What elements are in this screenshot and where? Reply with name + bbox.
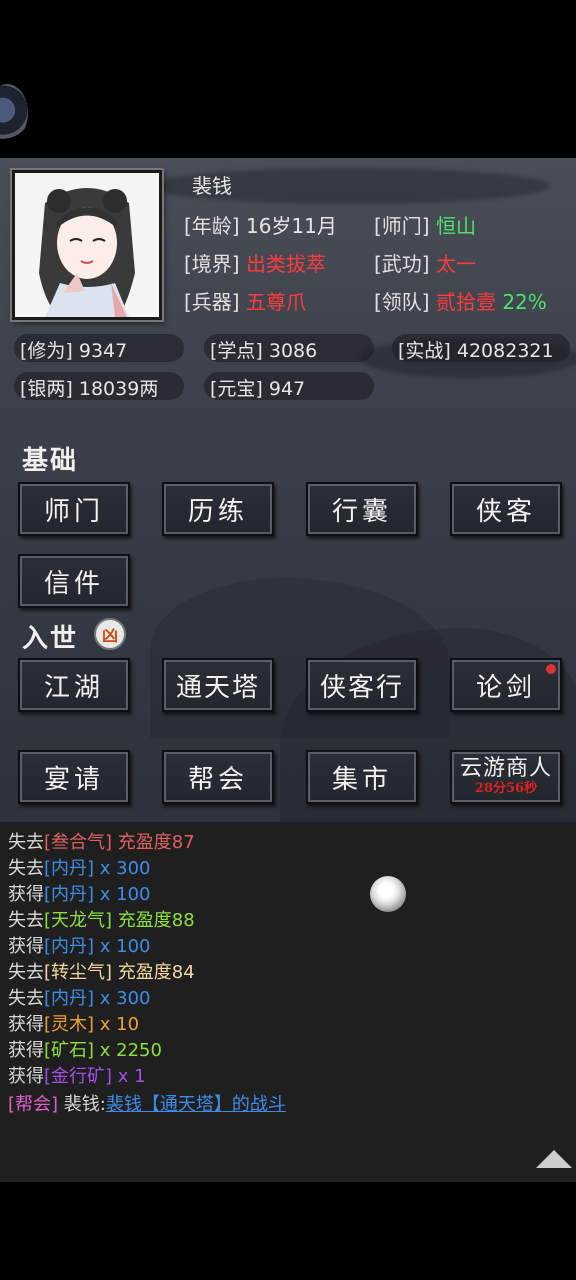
realm-label: [境界] <box>184 252 240 276</box>
silver-label: [银两] <box>20 378 73 400</box>
danger-badge-icon[interactable]: 凶 <box>94 618 126 650</box>
weapon-value[interactable]: 五尊爪 <box>246 290 306 314</box>
leader-value[interactable]: 贰拾壹 <box>436 290 496 314</box>
log-line: 失去[天龙气] 充盈度88 <box>8 910 195 931</box>
guild-button[interactable]: 帮会 <box>162 750 274 804</box>
silver-value: 18039两 <box>78 378 159 400</box>
character-panel: 裴钱 [年龄] 16岁11月 [师门] 恒山 [境界] 出类拔萃 [武功] 太一… <box>0 158 576 822</box>
martial-value[interactable]: 太一 <box>436 252 476 276</box>
sect-button[interactable]: 师门 <box>18 482 130 536</box>
master-row: [师门] 恒山 <box>374 210 476 239</box>
cultivation-stat: [修为] 9347 <box>20 336 127 363</box>
banquet-button[interactable]: 宴请 <box>18 750 130 804</box>
log-line-guild[interactable]: [帮会] 裴钱:裴钱【通天塔】的战斗 <box>8 1090 286 1116</box>
log-line: 失去[内丹] x 300 <box>8 988 151 1009</box>
mail-button[interactable]: 信件 <box>18 554 130 608</box>
jianghu-button[interactable]: 江湖 <box>18 658 130 712</box>
market-button[interactable]: 集市 <box>306 750 418 804</box>
realm-row: [境界] 出类拔萃 <box>184 248 326 277</box>
martial-row: [武功] 太一 <box>374 248 476 277</box>
merchant-label: 云游商人 <box>459 756 552 781</box>
hero-travel-button[interactable]: 侠客行 <box>306 658 418 712</box>
ingot-label: [元宝] <box>210 378 263 400</box>
log-line: 获得[金行矿] x 1 <box>8 1066 146 1087</box>
master-label: [师门] <box>374 214 430 238</box>
log-line: 获得[内丹] x 100 <box>8 936 151 957</box>
tower-button[interactable]: 通天塔 <box>162 658 274 712</box>
train-button[interactable]: 历练 <box>162 482 274 536</box>
study-stat: [学点] 3086 <box>210 336 317 363</box>
duel-label: 论剑 <box>475 672 536 703</box>
age-label: [年龄] <box>184 214 240 238</box>
message-log[interactable]: 失去[叁合气] 充盈度87 失去[内丹] x 300 获得[内丹] x 100 … <box>0 822 576 1182</box>
leader-label: [领队] <box>374 290 430 314</box>
bag-button[interactable]: 行囊 <box>306 482 418 536</box>
log-line: 失去[内丹] x 300 <box>8 858 151 879</box>
martial-label: [武功] <box>374 252 430 276</box>
duel-button[interactable]: 论剑 <box>450 658 562 712</box>
log-line: 失去[叁合气] 充盈度87 <box>8 832 195 853</box>
log-line: 失去[转尘气] 充盈度84 <box>8 962 195 983</box>
combat-stat: [实战] 42082321 <box>398 336 554 363</box>
combat-label: [实战] <box>398 340 451 362</box>
scroll-up-arrow-icon[interactable] <box>536 1150 572 1168</box>
weapon-label: [兵器] <box>184 290 240 314</box>
study-label: [学点] <box>210 340 263 362</box>
leader-percent: 22% <box>502 290 547 314</box>
floating-ball-icon[interactable] <box>370 876 406 912</box>
weapon-row: [兵器] 五尊爪 <box>184 286 306 315</box>
section-world-title: 入世 <box>22 624 79 654</box>
hero-button[interactable]: 侠客 <box>450 482 562 536</box>
merchant-button[interactable]: 云游商人 28分56秒 <box>450 750 562 804</box>
log-line: 获得[内丹] x 100 <box>8 884 151 905</box>
log-line: 获得[矿石] x 2250 <box>8 1040 162 1061</box>
ingot-value: 947 <box>268 378 306 400</box>
master-value[interactable]: 恒山 <box>436 214 476 238</box>
merchant-timer: 28分56秒 <box>474 781 538 796</box>
portrait-drawing-icon <box>15 173 159 317</box>
ingot-stat: [元宝] 947 <box>210 374 305 401</box>
silver-stat: [银两] 18039两 <box>20 374 158 401</box>
cultivation-label: [修为] <box>20 340 73 362</box>
realm-value: 出类拔萃 <box>245 252 326 276</box>
battle-link[interactable]: 裴钱【通天塔】的战斗 <box>106 1094 286 1115</box>
corner-emblem-icon[interactable] <box>0 84 28 142</box>
leader-row: [领队] 贰拾壹 22% <box>374 286 547 315</box>
combat-value: 42082321 <box>456 340 554 362</box>
section-basic-title: 基础 <box>22 446 79 476</box>
log-line: 获得[灵木] x 10 <box>8 1014 140 1035</box>
study-value: 3086 <box>268 340 318 362</box>
notification-dot-icon <box>546 664 556 674</box>
character-name: 裴钱 <box>192 174 232 198</box>
cultivation-value: 9347 <box>78 340 128 362</box>
age-row: [年龄] 16岁11月 <box>184 210 337 239</box>
character-portrait[interactable] <box>12 170 162 320</box>
age-value: 16岁11月 <box>245 214 337 238</box>
